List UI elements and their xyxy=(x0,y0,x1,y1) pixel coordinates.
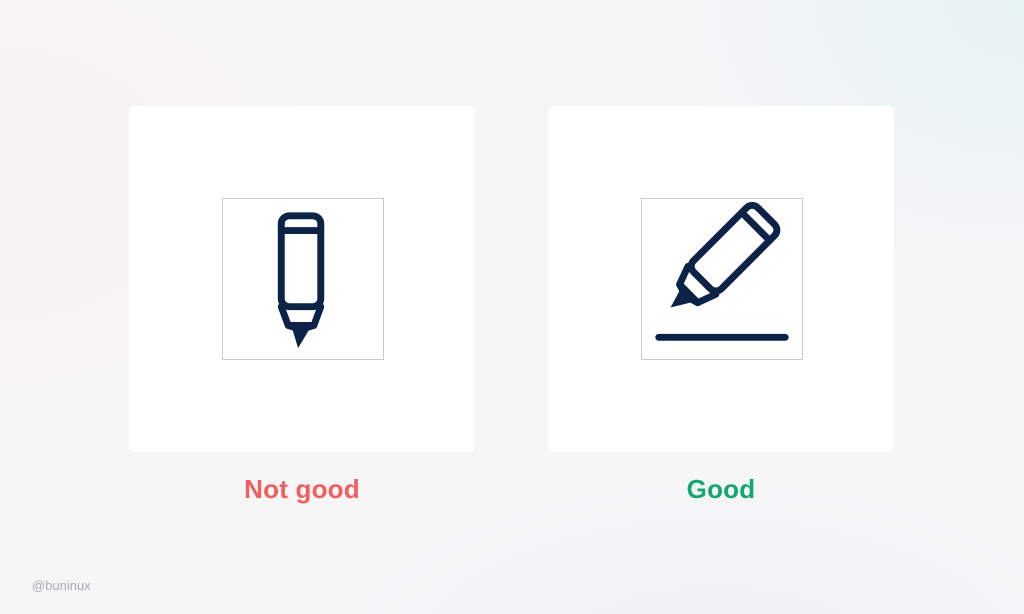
pencil-writing-line-icon xyxy=(655,201,789,341)
author-credit: @buninux xyxy=(32,578,91,593)
good-label: Good xyxy=(686,474,756,504)
example-card-not-good xyxy=(129,106,475,452)
icon-frame xyxy=(222,198,384,360)
icon-frame xyxy=(641,198,803,360)
not-good-label: Not good xyxy=(244,474,360,504)
example-card-good xyxy=(548,106,894,452)
pencil-vertical-icon xyxy=(277,212,325,349)
